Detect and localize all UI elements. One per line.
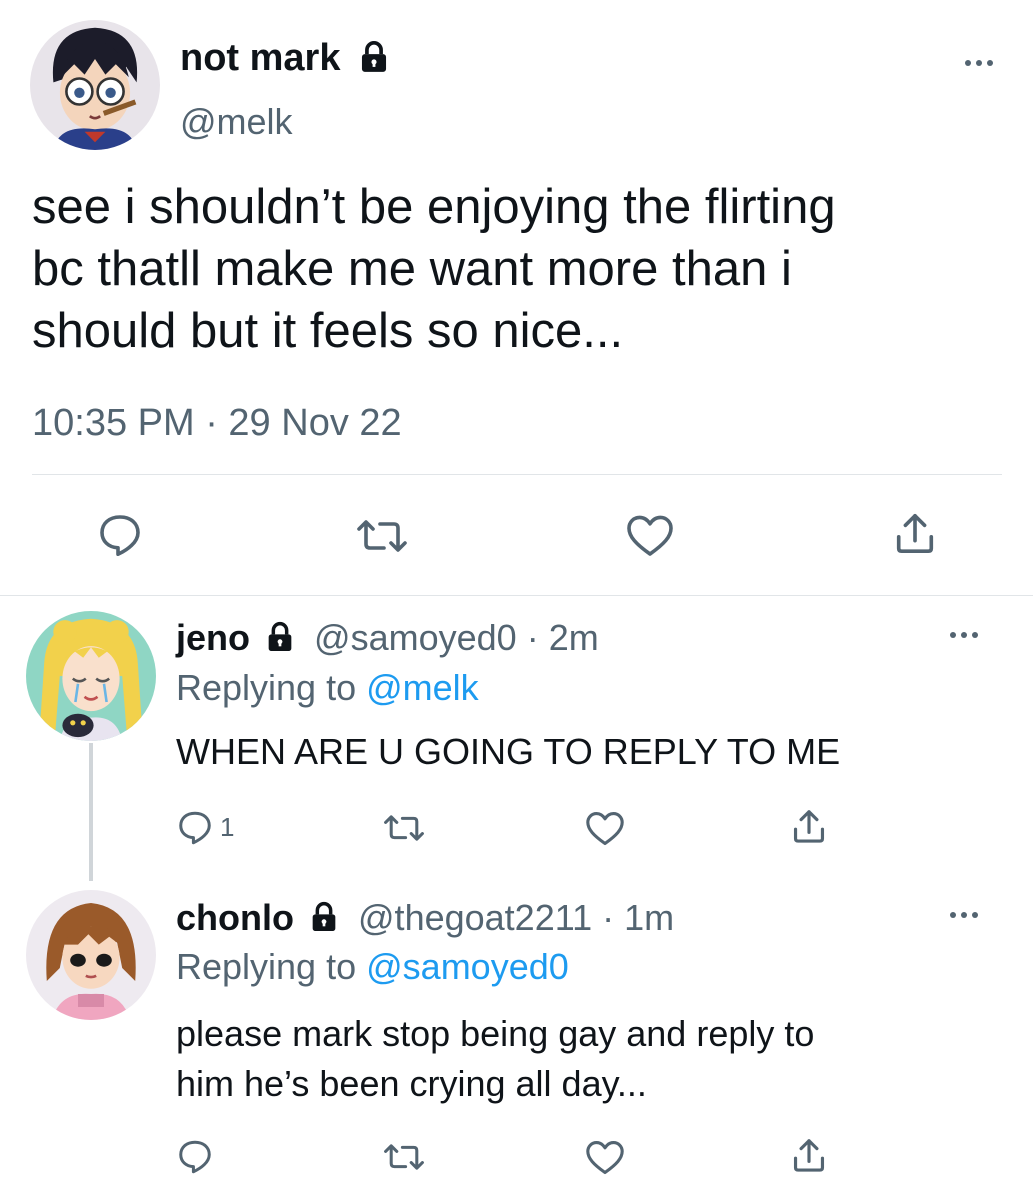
tweet-text-line: him he’s been crying all day... [176,1063,647,1104]
thread-line [89,743,93,881]
share-icon[interactable] [892,510,938,556]
avatar-image [26,611,156,741]
reply-icon[interactable] [176,1139,214,1174]
retweet-icon[interactable] [356,516,408,556]
tweet-text-line: should but it feels so nice... [32,304,624,358]
replying-to: Replying to @samoyed0 [176,945,569,989]
reply-count: 1 [220,812,235,842]
author-handle[interactable]: @thegoat2211 [358,897,592,938]
replying-to: Replying to @melk [176,666,479,710]
reply-icon[interactable]: 1 [176,810,234,845]
tweet-text: WHEN ARE U GOING TO REPLY TO ME [176,729,1006,775]
author-handle[interactable]: @melk [180,100,293,144]
reply-time[interactable]: · 1m [602,897,674,938]
author-handle[interactable]: @samoyed0 [314,617,517,658]
avatar[interactable] [26,611,156,741]
avatar[interactable] [26,890,156,1020]
author-row: not mark [180,36,391,80]
replying-to-label: Replying to [176,667,357,708]
retweet-icon[interactable] [383,1141,425,1173]
divider [0,595,1033,596]
more-options-icon[interactable] [950,632,978,638]
lock-icon [357,40,391,74]
lock-icon [308,901,340,933]
display-name[interactable]: chonlo [176,897,294,938]
like-icon[interactable] [585,810,625,846]
tweet-text-line: WHEN ARE U GOING TO REPLY TO ME [176,731,841,772]
reply-icon[interactable] [96,513,144,557]
reply-time[interactable]: · 2m [527,617,599,658]
replying-to-link[interactable]: @melk [366,667,479,708]
tweet-text-line: bc thatll make me want more than i [32,242,792,296]
lock-icon [264,621,296,653]
like-icon[interactable] [626,513,674,557]
divider [32,474,1002,475]
avatar[interactable] [30,20,160,150]
display-name[interactable]: jeno [176,617,250,658]
like-icon[interactable] [585,1139,625,1175]
avatar-image [26,890,156,1020]
tweet-timestamp[interactable]: 10:35 PM · 29 Nov 22 [32,400,402,446]
retweet-icon[interactable] [383,812,425,844]
more-options-icon[interactable] [965,60,993,66]
share-icon[interactable] [790,807,828,845]
author-row: chonlo @thegoat2211 · 1m [176,896,674,940]
share-icon[interactable] [790,1136,828,1174]
replying-to-label: Replying to [176,946,357,987]
avatar-image [30,20,160,150]
tweet-text: see i shouldn’t be enjoying the flirting… [32,176,1012,362]
tweet-text-line: see i shouldn’t be enjoying the flirting [32,180,836,234]
tweet-text: please mark stop being gay and reply to … [176,1009,1006,1109]
more-options-icon[interactable] [950,912,978,918]
replying-to-link[interactable]: @samoyed0 [366,946,569,987]
author-row: jeno @samoyed0 · 2m [176,616,599,660]
display-name[interactable]: not mark [180,37,340,79]
tweet-text-line: please mark stop being gay and reply to [176,1013,815,1054]
